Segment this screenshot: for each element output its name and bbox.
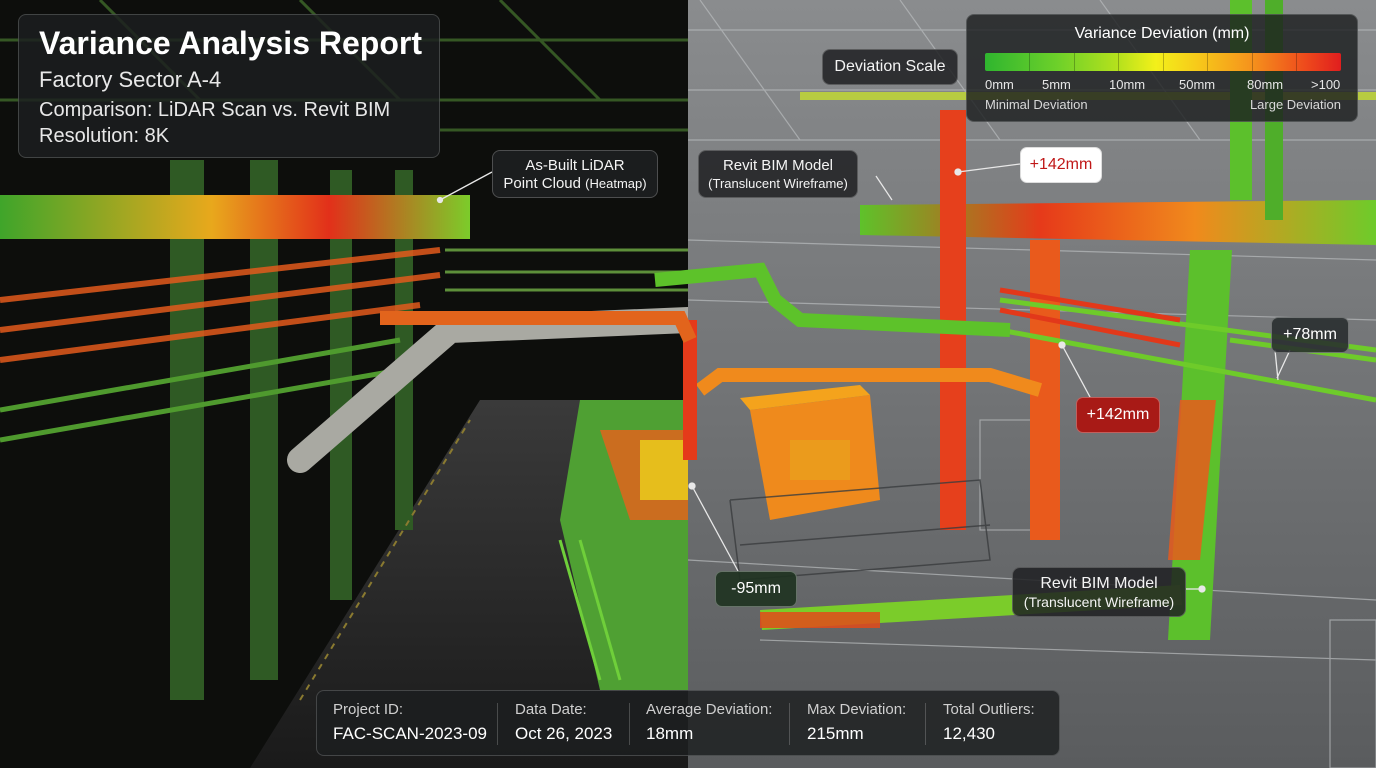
deviation-scale-chip: Deviation Scale bbox=[822, 49, 958, 85]
stat-divider bbox=[629, 703, 630, 745]
scale-max-label: Large Deviation bbox=[1249, 97, 1341, 112]
stat-label: Max Deviation: bbox=[807, 701, 907, 718]
project-stats-bar: Project ID: FAC-SCAN-2023-09 Data Date: … bbox=[316, 690, 1060, 756]
lidar-label-suffix: (Heatmap) bbox=[585, 176, 647, 191]
deviation-callout-bottom: -95mm bbox=[715, 571, 797, 607]
stat-value: 12,430 bbox=[943, 724, 995, 743]
scale-tick: 10mm bbox=[1109, 77, 1146, 92]
deviation-callout-right: +78mm bbox=[1271, 317, 1349, 353]
comparison-label: Comparison: LiDAR Scan vs. Revit BIM bbox=[39, 99, 391, 121]
bim-model-label-top: Revit BIM Model (Translucent Wireframe) bbox=[698, 150, 858, 198]
scale-tick: 0mm bbox=[985, 77, 1014, 92]
stat-divider bbox=[925, 703, 926, 745]
bim-bottom-line1: Revit BIM Model bbox=[1040, 575, 1158, 592]
bim-model-label-bottom: Revit BIM Model (Translucent Wireframe) bbox=[1012, 567, 1186, 617]
stat-average-deviation: Average Deviation: 18mm bbox=[646, 701, 772, 744]
sector-label: Factory Sector A-4 bbox=[39, 67, 222, 92]
stat-value: 18mm bbox=[646, 724, 694, 743]
stat-value: 215mm bbox=[807, 724, 864, 743]
scale-min-label: Minimal Deviation bbox=[985, 97, 1088, 112]
stat-divider bbox=[789, 703, 790, 745]
stat-label: Average Deviation: bbox=[646, 701, 773, 718]
stat-total-outliers: Total Outliers: 12,430 bbox=[943, 701, 1035, 744]
bim-top-line2: (Translucent Wireframe) bbox=[708, 176, 848, 191]
deviation-callout-top: +142mm bbox=[1020, 147, 1102, 183]
color-scale-bar bbox=[985, 53, 1341, 71]
scale-tick: >100 bbox=[1311, 77, 1341, 92]
stat-label: Project ID: bbox=[333, 701, 404, 718]
lidar-label-line1: As-Built LiDAR bbox=[525, 157, 625, 174]
scale-tick: 5mm bbox=[1042, 77, 1071, 92]
stat-label: Data Date: bbox=[515, 701, 587, 718]
report-title: Variance Analysis Report bbox=[39, 25, 422, 61]
stat-value: Oct 26, 2023 bbox=[515, 724, 613, 743]
stat-label: Total Outliers: bbox=[943, 701, 1035, 718]
bim-top-line1: Revit BIM Model bbox=[722, 157, 834, 174]
deviation-callout-middle: +142mm bbox=[1076, 397, 1160, 433]
lidar-label-line2: Point Cloud bbox=[503, 175, 581, 192]
stat-max-deviation: Max Deviation: 215mm bbox=[807, 701, 906, 744]
scale-title: Variance Deviation (mm) bbox=[1074, 25, 1250, 42]
scale-tick: 80mm bbox=[1247, 77, 1284, 92]
report-header-panel: Variance Analysis Report Factory Sector … bbox=[18, 14, 440, 158]
deviation-scale-legend: Variance Deviation (mm) 0mm 5mm 10mm 50m… bbox=[966, 14, 1358, 122]
stat-project-id: Project ID: FAC-SCAN-2023-09 bbox=[333, 701, 487, 744]
scale-tick: 50mm bbox=[1179, 77, 1216, 92]
bim-bottom-line2: (Translucent Wireframe) bbox=[1023, 594, 1175, 610]
stat-data-date: Data Date: Oct 26, 2023 bbox=[515, 701, 612, 744]
lidar-pointcloud-label: As-Built LiDAR Point Cloud (Heatmap) bbox=[492, 150, 658, 198]
stat-value: FAC-SCAN-2023-09 bbox=[333, 724, 488, 743]
stat-divider bbox=[497, 703, 498, 745]
resolution-label: Resolution: 8K bbox=[39, 125, 170, 147]
